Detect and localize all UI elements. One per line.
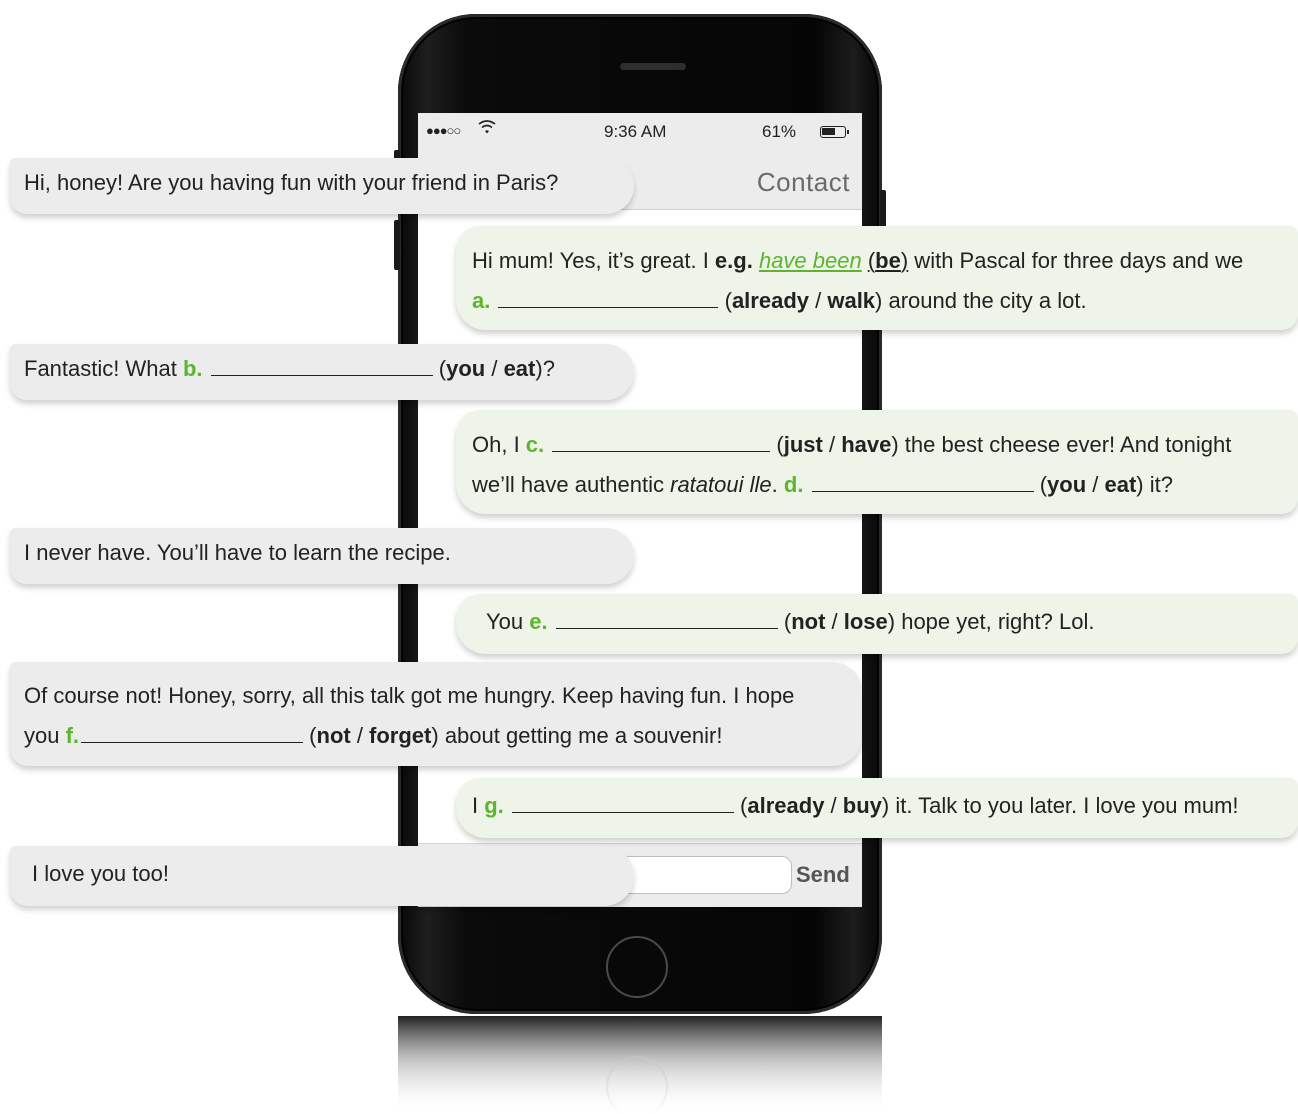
battery-percent: 61% (762, 122, 797, 141)
paren: ( (724, 288, 732, 313)
message-bubble-child: I g. (already / buy) it. Talk to you lat… (456, 778, 1298, 838)
paren: ) (431, 723, 439, 748)
verb-hint: just (783, 432, 823, 457)
phone-reflection (398, 1016, 882, 1114)
verb-hint: forget (369, 723, 432, 748)
verb-hint: eat (503, 356, 536, 381)
message-text: the best cheese ever! And tonight (898, 432, 1232, 457)
verb-hint: already (747, 793, 825, 818)
message-text: Fantastic! What (24, 356, 183, 381)
paren: ) (535, 356, 543, 381)
message-bubble-mum: I never have. You’ll have to learn the r… (10, 528, 634, 584)
paren: ) (1136, 472, 1144, 497)
example-answer: have been (758, 248, 862, 273)
message-line: Of course not! Honey, sorry, all this ta… (24, 683, 795, 708)
paren: ( (309, 723, 317, 748)
paren: ( (776, 432, 784, 457)
dish-name: ratatoui lle (670, 472, 772, 497)
message-text: I never have. You’ll have to learn the r… (24, 540, 451, 565)
message-text: I love you too! (32, 861, 169, 886)
message-bubble-child: Oh, I c. (just / have) the best cheese e… (456, 410, 1298, 514)
message-bubble-mum: Fantastic! What b. (you / eat)? (10, 344, 634, 400)
example-label: e.g. (714, 248, 753, 273)
wifi-icon (478, 119, 496, 140)
message-text: ? (542, 356, 555, 381)
paren: ( (438, 356, 447, 381)
clock: 9:36 AM (604, 122, 667, 141)
message-bubble-child: Hi mum! Yes, it’s great. I e.g. have bee… (456, 226, 1298, 330)
verb-hint: not (791, 609, 826, 634)
slash: / (350, 723, 370, 748)
answer-blank[interactable] (210, 349, 433, 376)
message-text: you (24, 723, 66, 748)
slash: / (1086, 472, 1105, 497)
verb-hint: not (316, 723, 351, 748)
answer-blank[interactable] (511, 786, 734, 813)
message-line: a. (already / walk) around the city a lo… (472, 281, 1282, 321)
question-letter: b. (182, 356, 203, 381)
slash: / (809, 288, 828, 313)
paren: ) (887, 609, 896, 634)
answer-blank[interactable] (81, 716, 304, 743)
battery-icon (820, 126, 849, 138)
send-button[interactable]: Send (796, 862, 850, 888)
message-text: we’ll have authentic (472, 472, 671, 497)
message-line: Oh, I c. (just / have) the best cheese e… (472, 425, 1282, 465)
slash: / (485, 356, 504, 381)
verb-hint: you (446, 356, 486, 381)
question-letter: a. (472, 288, 491, 313)
volume-button (394, 220, 400, 270)
home-button[interactable] (606, 936, 668, 998)
paren: ) (891, 432, 899, 457)
verb-hint: buy (842, 793, 882, 818)
message-bubble-mum: I love you too! (10, 846, 634, 906)
verb-hint: walk (827, 288, 876, 313)
message-bubble-mum: Hi, honey! Are you having fun with your … (10, 158, 634, 214)
answer-blank[interactable] (498, 281, 719, 308)
message-text: it. Talk to you later. I love you mum! (889, 793, 1239, 818)
message-text: hope yet, right? Lol. (895, 609, 1095, 634)
status-bar: ●●●○○ 9:36 AM 61% (418, 113, 862, 151)
message-text: . (771, 472, 784, 497)
slash: / (824, 793, 843, 818)
contact-title[interactable]: Contact (757, 167, 850, 198)
message-line: you f. (not / forget) about getting me a… (24, 716, 848, 756)
message-text: with Pascal for three days and we (908, 248, 1244, 273)
verb-hint: have (841, 432, 892, 457)
message-text: Hi mum! Yes, it’s great. I (472, 248, 715, 273)
message-text: I (472, 793, 485, 818)
message-text: You (486, 609, 530, 634)
slash: / (822, 432, 842, 457)
question-letter: g. (484, 793, 504, 818)
message-text: around the city a lot. (882, 288, 1087, 313)
verb-hint: lose (843, 609, 888, 634)
answer-blank[interactable] (552, 425, 771, 452)
question-letter: f. (65, 723, 80, 748)
question-letter: e. (529, 609, 548, 634)
verb-hint: eat (1104, 472, 1137, 497)
message-line: Hi mum! Yes, it’s great. I e.g. have bee… (472, 241, 1282, 281)
reflection-home-button (606, 1056, 668, 1114)
question-letter: c. (525, 432, 545, 457)
answer-blank[interactable] (555, 602, 778, 629)
message-text: Oh, I (472, 432, 526, 457)
speaker-grille (620, 63, 686, 70)
answer-blank[interactable] (811, 465, 1034, 492)
paren: ( (1039, 472, 1048, 497)
battery-level (822, 128, 835, 135)
message-bubble-mum: Of course not! Honey, sorry, all this ta… (10, 662, 862, 766)
verb-hint: be (875, 248, 901, 273)
message-line: we’ll have authentic ratatoui lle. d. (y… (472, 465, 1282, 505)
message-text: about getting me a souvenir! (438, 723, 723, 748)
signal-icon: ●●●○○ (426, 123, 461, 138)
verb-hint: already (731, 288, 809, 313)
question-letter: d. (783, 472, 804, 497)
message-text: it? (1143, 472, 1173, 497)
message-text: Hi, honey! Are you having fun with your … (24, 170, 559, 195)
slash: / (825, 609, 844, 634)
message-bubble-child: You e. (not / lose) hope yet, right? Lol… (456, 594, 1298, 654)
verb-hint: you (1047, 472, 1087, 497)
